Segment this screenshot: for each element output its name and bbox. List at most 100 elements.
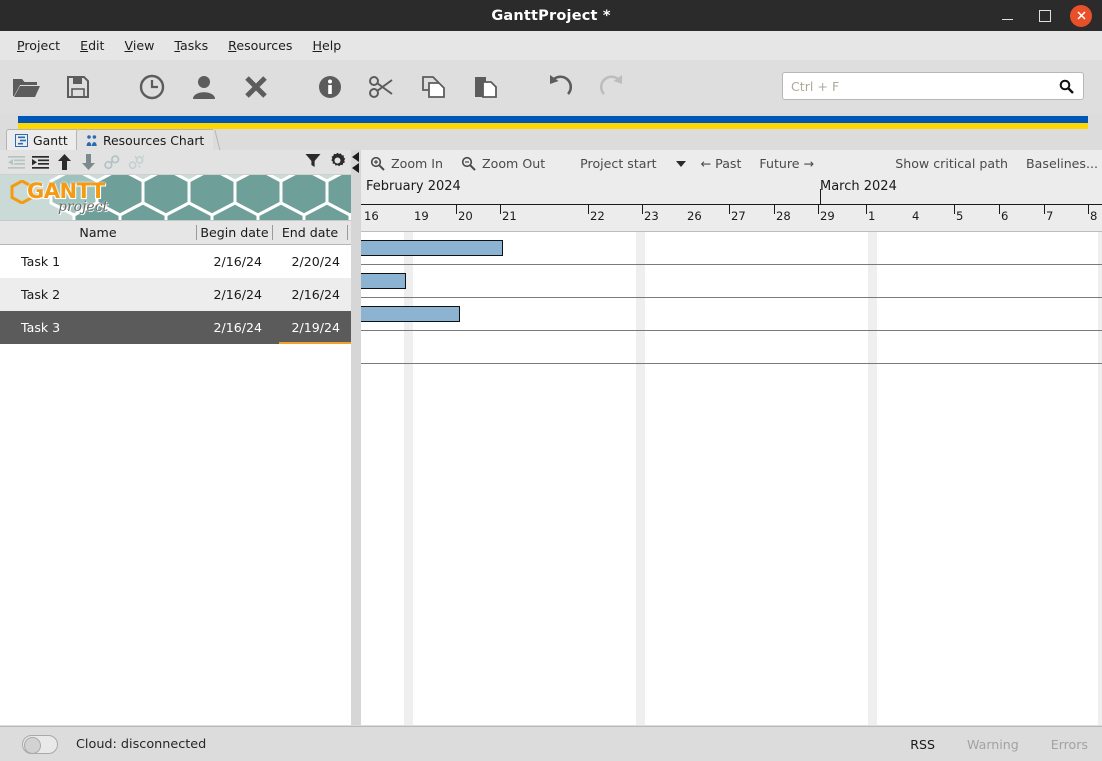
new-resource-button[interactable] — [178, 63, 230, 111]
scissors-icon — [369, 75, 393, 98]
task-name-cell[interactable]: Task 2 — [0, 287, 196, 302]
link-tasks-button[interactable] — [100, 151, 124, 173]
maximize-button[interactable] — [1032, 3, 1058, 29]
day-label: 8 — [1090, 209, 1098, 223]
undo-arrow-icon — [550, 74, 573, 95]
outdent-icon — [7, 155, 25, 169]
gantt-chart-pane: Zoom In Zoom Out Project start ← Past Fu… — [361, 150, 1102, 725]
unlink-tasks-button[interactable] — [124, 151, 148, 173]
row-separator — [361, 264, 1102, 265]
task-end-cell[interactable]: 2/19/24 — [272, 320, 348, 335]
task-begin-cell[interactable]: 2/16/24 — [196, 254, 272, 269]
gantt-bar[interactable] — [361, 306, 460, 322]
task-begin-cell[interactable]: 2/16/24 — [196, 320, 272, 335]
search-input[interactable] — [783, 78, 1059, 94]
arrow-up-icon — [57, 154, 71, 170]
menu-resources[interactable]: Resources — [218, 35, 302, 56]
undo-button[interactable] — [534, 63, 586, 111]
close-button[interactable] — [1070, 4, 1092, 27]
folder-open-icon — [13, 78, 40, 97]
cloud-status-label: Cloud: disconnected — [76, 736, 207, 752]
cut-button[interactable] — [356, 63, 408, 111]
scroll-target-dropdown[interactable]: Project start — [554, 156, 691, 171]
day-label: 20 — [458, 209, 473, 223]
gantt-bar[interactable] — [361, 240, 503, 256]
menu-help[interactable]: Help — [302, 35, 351, 56]
gantt-bar[interactable] — [361, 273, 406, 289]
new-task-button[interactable] — [126, 63, 178, 111]
chevron-left-icon — [352, 163, 359, 173]
indent-task-button[interactable] — [28, 151, 52, 173]
link-icon — [104, 154, 120, 169]
timeline-month-row: February 2024 March 2024 — [361, 177, 1102, 204]
delete-button[interactable] — [230, 63, 282, 111]
day-label: 28 — [776, 209, 791, 223]
row-separator — [361, 330, 1102, 331]
tree-toolbar — [0, 150, 356, 175]
title-bar: GanttProject * — [0, 0, 1102, 31]
day-label: 21 — [502, 209, 517, 223]
properties-button[interactable] — [304, 63, 356, 111]
baselines-button[interactable]: Baselines... — [1017, 150, 1102, 177]
task-begin-cell[interactable]: 2/16/24 — [196, 287, 272, 302]
menu-project[interactable]: Project — [7, 35, 70, 56]
open-project-button[interactable] — [0, 63, 52, 111]
tab-gantt[interactable]: Gantt — [6, 129, 85, 151]
day-label: 4 — [912, 209, 920, 223]
task-end-cell[interactable]: 2/20/24 — [272, 254, 348, 269]
day-label: 6 — [1001, 209, 1009, 223]
show-critical-path-button[interactable]: Show critical path — [886, 150, 1017, 177]
menu-view[interactable]: View — [115, 35, 165, 56]
cross-icon — [245, 75, 267, 98]
errors-button[interactable]: Errors — [1051, 737, 1088, 752]
minimize-button[interactable] — [994, 3, 1020, 29]
filter-button[interactable] — [305, 153, 321, 172]
info-icon — [319, 75, 341, 98]
row-separator — [361, 297, 1102, 298]
scroll-past-button[interactable]: ← Past — [692, 150, 751, 177]
gantt-grid[interactable] — [361, 232, 1102, 725]
logo-project-text: project — [58, 199, 109, 215]
paste-button[interactable] — [460, 63, 512, 111]
move-task-up-button[interactable] — [52, 151, 76, 173]
pane-splitter[interactable] — [351, 150, 361, 725]
rss-button[interactable]: RSS — [910, 737, 935, 752]
accent-stripe-blue — [18, 116, 1088, 123]
task-name-cell[interactable]: Task 1 — [0, 254, 196, 269]
settings-button[interactable] — [329, 152, 346, 173]
scroll-future-button[interactable]: Future → — [750, 150, 823, 177]
critical-path-label: Show critical path — [895, 156, 1009, 171]
gear-icon — [331, 152, 346, 167]
task-name-cell[interactable]: Task 3 — [0, 320, 196, 335]
zoom-in-button[interactable]: Zoom In — [361, 150, 452, 177]
day-label: 22 — [590, 209, 605, 223]
tab-resources-chart[interactable]: Resources Chart — [76, 129, 221, 151]
zoom-out-button[interactable]: Zoom Out — [452, 150, 554, 177]
move-task-down-button[interactable] — [76, 151, 100, 173]
cloud-toggle[interactable] — [22, 734, 58, 754]
save-project-button[interactable] — [52, 63, 104, 111]
menu-tasks[interactable]: Tasks — [164, 35, 218, 56]
table-row[interactable]: Task 3 2/16/24 2/19/24 — [0, 311, 356, 344]
column-header-begin-date[interactable]: Begin date — [196, 225, 272, 240]
task-table-body: Task 1 2/16/24 2/20/24 Task 2 2/16/24 2/… — [0, 245, 356, 725]
weekend-band — [636, 232, 645, 725]
day-label: 1 — [868, 209, 876, 223]
table-row[interactable]: Task 2 2/16/24 2/16/24 — [0, 278, 356, 311]
outdent-task-button[interactable] — [4, 151, 28, 173]
menu-edit[interactable]: Edit — [70, 35, 114, 56]
task-end-cell[interactable]: 2/16/24 — [272, 287, 348, 302]
chart-toolbar: Zoom In Zoom Out Project start ← Past Fu… — [361, 150, 1102, 177]
column-header-name[interactable]: Name — [0, 225, 196, 240]
warning-button[interactable]: Warning — [967, 737, 1019, 752]
splitter-collapse-arrows[interactable] — [351, 150, 361, 180]
search-box[interactable] — [782, 72, 1084, 100]
status-bar: Cloud: disconnected RSS Warning Errors — [0, 726, 1102, 761]
redo-button[interactable] — [586, 63, 638, 111]
column-header-end-date[interactable]: End date — [272, 225, 348, 240]
tab-resources-chart-label: Resources Chart — [103, 132, 205, 148]
tree-toolbar-right — [305, 150, 346, 175]
table-row[interactable]: Task 1 2/16/24 2/20/24 — [0, 245, 356, 278]
person-icon — [193, 75, 215, 99]
copy-button[interactable] — [408, 63, 460, 111]
